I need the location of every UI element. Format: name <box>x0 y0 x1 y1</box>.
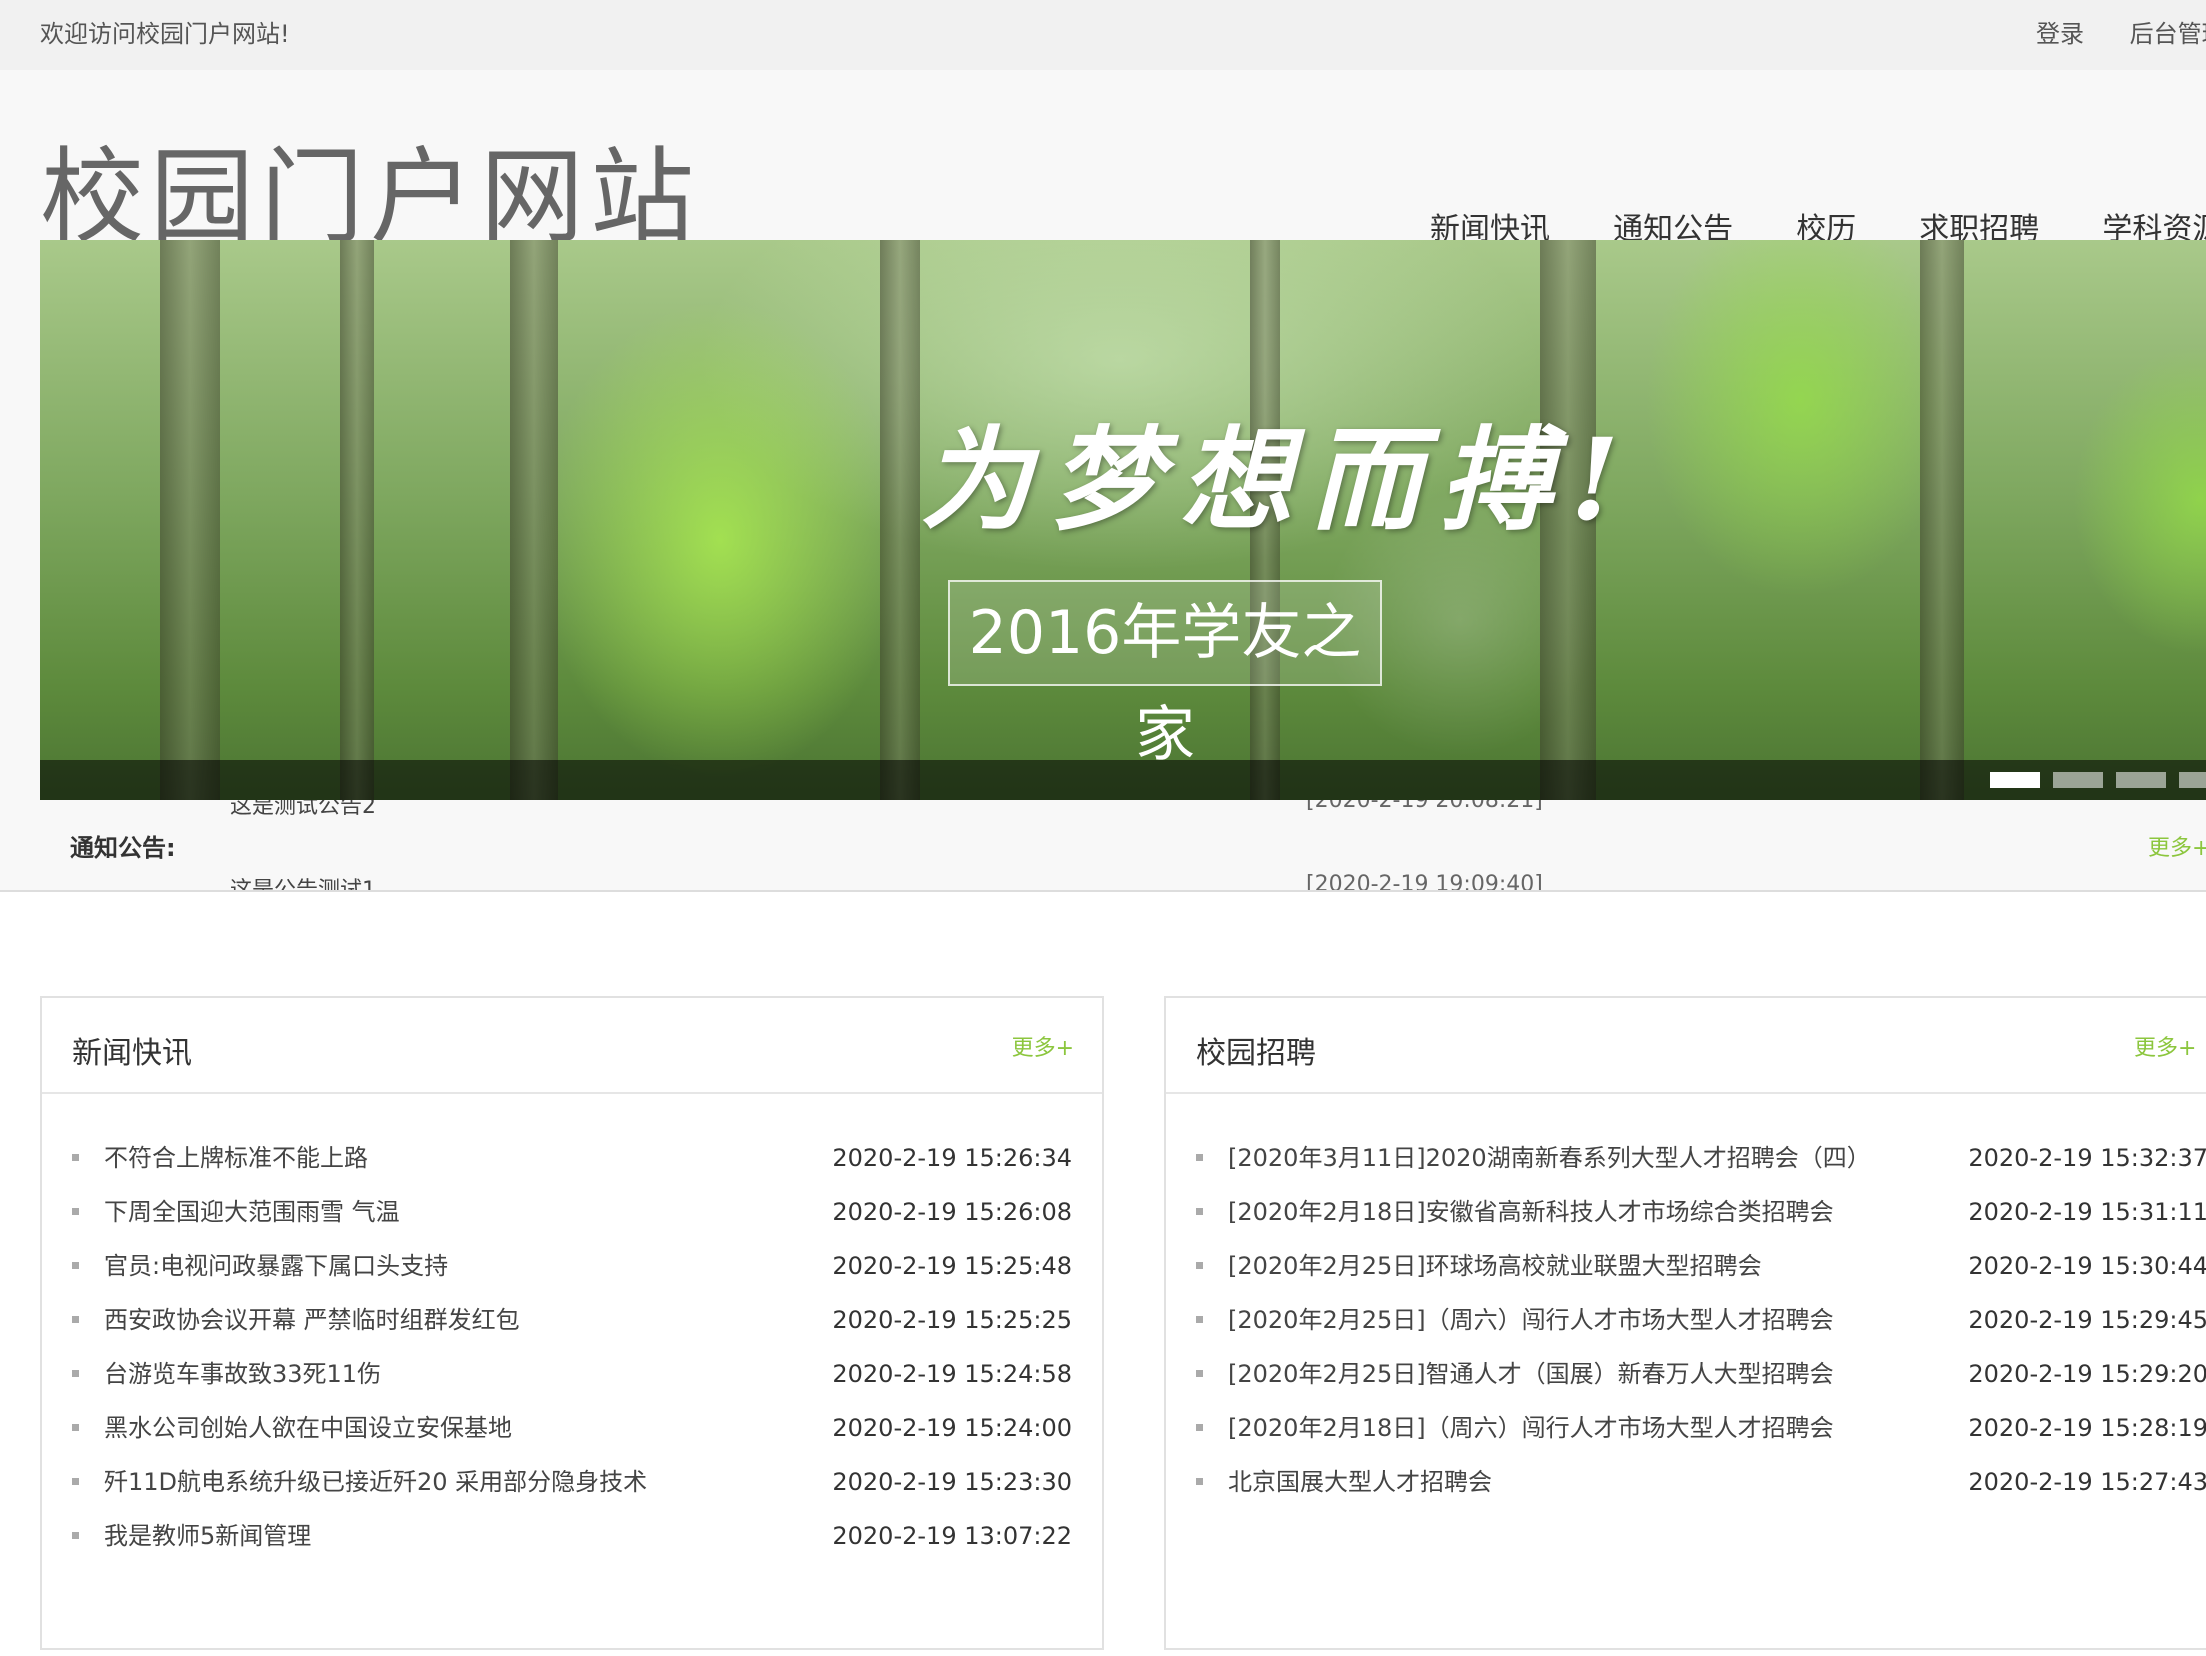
bullet-icon <box>72 1532 79 1539</box>
list-item: [2020年2月25日]环球场高校就业联盟大型招聘会 2020-2-19 15:3… <box>1166 1246 2206 1300</box>
banner-tree-trunk <box>1920 240 1964 800</box>
news-item-date: 2020-2-19 15:26:34 <box>832 1144 1072 1172</box>
news-item-title[interactable]: 歼11D航电系统升级已接近歼20 采用部分隐身技术 <box>104 1462 647 1502</box>
notice-item[interactable]: 这是测试公告2 <box>230 800 376 820</box>
banner-slogan: 为梦想而搏! <box>920 415 1638 546</box>
job-item-title[interactable]: 北京国展大型人才招聘会 <box>1228 1462 1492 1502</box>
slide-dot-1[interactable] <box>1990 772 2040 788</box>
job-item-title[interactable]: [2020年2月25日]（周六）闯行人才市场大型人才招聘会 <box>1228 1300 1834 1340</box>
bullet-icon <box>72 1154 79 1161</box>
job-item-title[interactable]: [2020年2月25日]环球场高校就业联盟大型招聘会 <box>1228 1246 1762 1286</box>
job-item-title[interactable]: [2020年2月18日]（周六）闯行人才市场大型人才招聘会 <box>1228 1408 1834 1448</box>
bullet-icon <box>72 1316 79 1323</box>
list-item: [2020年2月18日]安徽省高新科技人才市场综合类招聘会 2020-2-19 1… <box>1166 1192 2206 1246</box>
notice-date: [2020-2-19 20:08:21] <box>1306 800 1543 813</box>
jobs-panel-title: 校园招聘 <box>1196 1036 1316 1071</box>
bullet-icon <box>1196 1424 1203 1431</box>
bullet-icon <box>72 1478 79 1485</box>
notice-date: [2020-2-19 19:09:40] <box>1306 872 1543 892</box>
news-more-link[interactable]: 更多+ <box>1012 1030 1074 1062</box>
notice-more-link[interactable]: 更多+ <box>2148 830 2206 862</box>
job-item-title[interactable]: [2020年2月18日]安徽省高新科技人才市场综合类招聘会 <box>1228 1192 1834 1232</box>
list-item: 官员:电视问政暴露下属口头支持 2020-2-19 15:25:48 <box>42 1246 1102 1300</box>
news-item-date: 2020-2-19 13:07:22 <box>832 1522 1072 1550</box>
jobs-more-link[interactable]: 更多+ <box>2134 1030 2196 1062</box>
list-item: 不符合上牌标准不能上路 2020-2-19 15:26:34 <box>42 1138 1102 1192</box>
list-item: 我是教师5新闻管理 2020-2-19 13:07:22 <box>42 1516 1102 1570</box>
list-item: [2020年2月25日]（周六）闯行人才市场大型人才招聘会 2020-2-19 1… <box>1166 1300 2206 1354</box>
slide-dot-2[interactable] <box>2053 772 2104 788</box>
jobs-list: [2020年3月11日]2020湖南新春系列大型人才招聘会（四） 2020-2-1… <box>1166 1138 2206 1516</box>
news-item-date: 2020-2-19 15:25:48 <box>832 1252 1072 1280</box>
bullet-icon <box>1196 1478 1203 1485</box>
slide-dot-4[interactable] <box>2179 772 2206 788</box>
jobs-panel: 校园招聘 更多+ [2020年3月11日]2020湖南新春系列大型人才招聘会（四… <box>1164 996 2206 1650</box>
notice-item[interactable]: 这是公告测试1 <box>230 872 376 890</box>
news-item-title[interactable]: 黑水公司创始人欲在中国设立安保基地 <box>104 1408 512 1448</box>
banner-caption: 2016年学友之家 <box>948 580 1382 770</box>
notice-label: 通知公告: <box>70 834 176 862</box>
list-item: 西安政协会议开幕 严禁临时组群发红包 2020-2-19 15:25:25 <box>42 1300 1102 1354</box>
banner-tree-trunk <box>510 240 558 800</box>
list-item: [2020年2月25日]智通人才（国展）新春万人大型招聘会 2020-2-19 1… <box>1166 1354 2206 1408</box>
jobs-panel-header: 校园招聘 更多+ <box>1166 998 2206 1094</box>
news-item-date: 2020-2-19 15:24:58 <box>832 1360 1072 1388</box>
top-bar: 欢迎访问校园门户网站! 登录 后台管理 <box>0 0 2206 71</box>
bullet-icon <box>72 1262 79 1269</box>
top-links: 登录 后台管理 <box>2036 14 2206 49</box>
news-item-title[interactable]: 西安政协会议开幕 严禁临时组群发红包 <box>104 1300 520 1340</box>
list-item: 台游览车事故致33死11伤 2020-2-19 15:24:58 <box>42 1354 1102 1408</box>
news-item-date: 2020-2-19 15:23:30 <box>832 1468 1072 1496</box>
job-item-title[interactable]: [2020年2月25日]智通人才（国展）新春万人大型招聘会 <box>1228 1354 1834 1394</box>
slide-dot-3[interactable] <box>2116 772 2167 788</box>
news-item-title[interactable]: 台游览车事故致33死11伤 <box>104 1354 381 1394</box>
slide-indicators <box>1990 772 2206 792</box>
news-list: 不符合上牌标准不能上路 2020-2-19 15:26:34 下周全国迎大范围雨雪… <box>42 1138 1102 1570</box>
job-item-title[interactable]: [2020年3月11日]2020湖南新春系列大型人才招聘会（四） <box>1228 1138 1871 1178</box>
list-item: 北京国展大型人才招聘会 2020-2-19 15:27:43 <box>1166 1462 2206 1516</box>
news-item-date: 2020-2-19 15:24:00 <box>832 1414 1072 1442</box>
job-item-date: 2020-2-19 15:27:43 <box>1968 1468 2206 1496</box>
news-item-title[interactable]: 我是教师5新闻管理 <box>104 1516 311 1556</box>
job-item-date: 2020-2-19 15:29:45 <box>1968 1306 2206 1334</box>
job-item-date: 2020-2-19 15:30:44 <box>1968 1252 2206 1280</box>
admin-link[interactable]: 后台管理 <box>2130 20 2206 48</box>
bullet-icon <box>72 1424 79 1431</box>
banner-tree-trunk <box>160 240 220 800</box>
job-item-date: 2020-2-19 15:31:11 <box>1968 1198 2206 1226</box>
notice-ticker: 通知公告: 这是测试公告2 [2020-2-19 20:08:21] 这是公告测… <box>0 800 2206 892</box>
news-item-title[interactable]: 下周全国迎大范围雨雪 气温 <box>104 1192 400 1232</box>
news-panel-header: 新闻快讯 更多+ <box>42 998 1102 1094</box>
bullet-icon <box>1196 1316 1203 1323</box>
job-item-date: 2020-2-19 15:32:37 <box>1968 1144 2206 1172</box>
banner-slider[interactable]: 为梦想而搏! 2016年学友之家 <box>40 240 2206 800</box>
news-item-date: 2020-2-19 15:25:25 <box>832 1306 1072 1334</box>
banner-control-bar <box>40 760 2206 800</box>
banner-tree-trunk <box>880 240 920 800</box>
welcome-text: 欢迎访问校园门户网站! <box>40 20 290 48</box>
banner-tree-trunk <box>340 240 374 800</box>
list-item: [2020年2月18日]（周六）闯行人才市场大型人才招聘会 2020-2-19 1… <box>1166 1408 2206 1462</box>
news-item-date: 2020-2-19 15:26:08 <box>832 1198 1072 1226</box>
bullet-icon <box>1196 1262 1203 1269</box>
job-item-date: 2020-2-19 15:28:19 <box>1968 1414 2206 1442</box>
list-item: 下周全国迎大范围雨雪 气温 2020-2-19 15:26:08 <box>42 1192 1102 1246</box>
login-link[interactable]: 登录 <box>2036 20 2084 48</box>
list-item: [2020年3月11日]2020湖南新春系列大型人才招聘会（四） 2020-2-1… <box>1166 1138 2206 1192</box>
news-item-title[interactable]: 不符合上牌标准不能上路 <box>104 1138 368 1178</box>
bullet-icon <box>1196 1370 1203 1377</box>
bullet-icon <box>72 1370 79 1377</box>
bullet-icon <box>1196 1208 1203 1215</box>
bullet-icon <box>1196 1154 1203 1161</box>
bullet-icon <box>72 1208 79 1215</box>
site-title: 校园门户网站 <box>40 136 701 258</box>
list-item: 歼11D航电系统升级已接近歼20 采用部分隐身技术 2020-2-19 15:23… <box>42 1462 1102 1516</box>
news-panel: 新闻快讯 更多+ 不符合上牌标准不能上路 2020-2-19 15:26:34 下… <box>40 996 1104 1650</box>
news-item-title[interactable]: 官员:电视问政暴露下属口头支持 <box>104 1246 448 1286</box>
news-panel-title: 新闻快讯 <box>72 1036 192 1071</box>
job-item-date: 2020-2-19 15:29:20 <box>1968 1360 2206 1388</box>
list-item: 黑水公司创始人欲在中国设立安保基地 2020-2-19 15:24:00 <box>42 1408 1102 1462</box>
